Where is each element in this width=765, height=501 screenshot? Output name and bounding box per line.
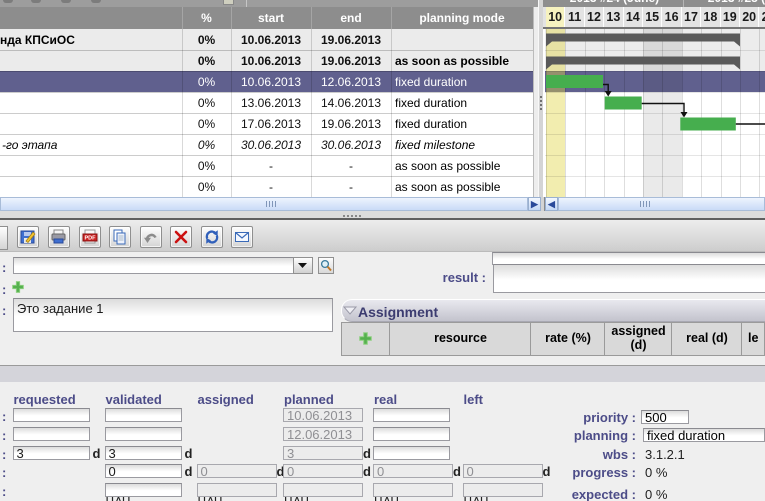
svg-text:PDF: PDF bbox=[84, 236, 96, 242]
